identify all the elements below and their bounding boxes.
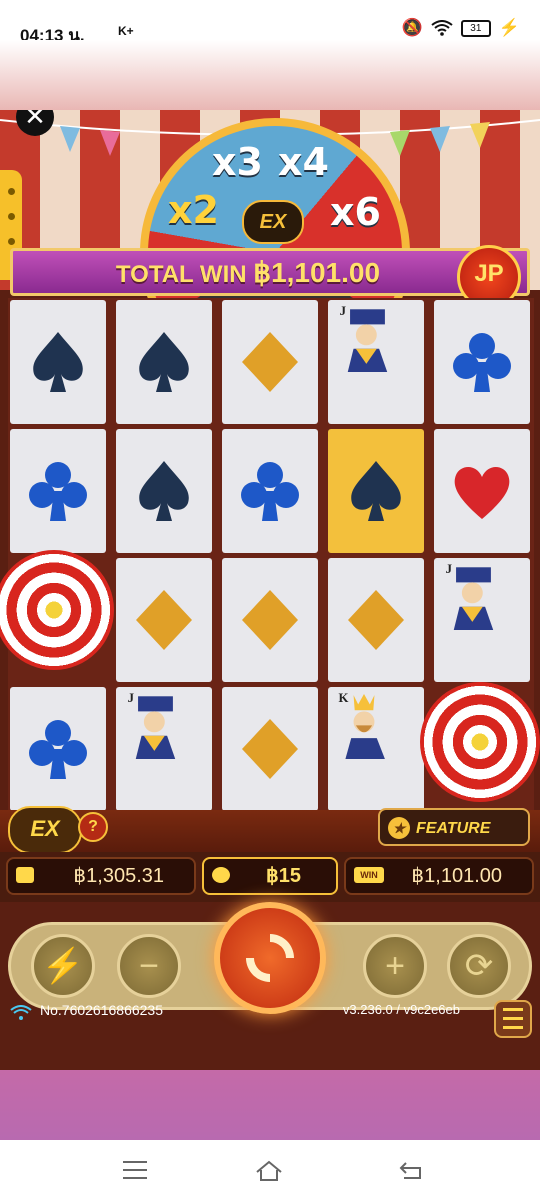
connection-icon: [10, 1005, 32, 1020]
minus-icon: −: [139, 947, 159, 985]
ex-button[interactable]: EX: [8, 806, 82, 854]
club-icon: [29, 462, 87, 521]
symbol-diamond: [222, 558, 318, 682]
spin-button[interactable]: [214, 902, 326, 1014]
decrease-bet-button[interactable]: −: [117, 934, 181, 998]
menu-button[interactable]: [494, 1000, 532, 1038]
help-button[interactable]: ?: [78, 812, 108, 842]
diamond-icon: [348, 590, 404, 650]
diamond-icon: [242, 719, 298, 779]
wheel-segment-x3: x3: [212, 140, 263, 184]
club-icon: [241, 462, 299, 521]
symbol-spade-gold: [328, 429, 424, 553]
svg-text:K: K: [338, 691, 348, 705]
game-area: x2 x3 x4 x6 EX ✕ TOTAL WIN ฿1,101.00 JP …: [0, 110, 540, 1070]
symbol-diamond: [222, 300, 318, 424]
svg-text:J: J: [340, 304, 347, 318]
plus-icon: +: [385, 947, 405, 985]
symbol-spade: [10, 300, 106, 424]
heart-icon: [454, 467, 510, 519]
bet-value: ฿15: [266, 865, 301, 887]
symbol-diamond: [328, 558, 424, 682]
target-symbol-right: [420, 682, 540, 802]
spade-icon: [139, 332, 189, 392]
charging-icon: ⚡: [498, 18, 520, 37]
autoplay-button[interactable]: ⟳: [447, 934, 511, 998]
win-display: WIN ฿1,101.00: [344, 857, 534, 895]
star-icon: ★: [388, 817, 410, 839]
wheel-hub-ex: EX: [242, 200, 304, 244]
feature-buy-button[interactable]: ★ FEATURE BUY: [378, 808, 530, 875]
total-win-banner: TOTAL WIN ฿1,101.00 JP: [10, 245, 530, 309]
diamond-icon: [242, 332, 298, 392]
spade-icon: [351, 461, 401, 521]
symbol-jack: J: [328, 300, 424, 424]
turbo-button[interactable]: ⚡: [31, 934, 95, 998]
total-win-label: TOTAL WIN: [115, 261, 247, 288]
turbo-icon: ⚡: [41, 947, 85, 985]
svg-text:J: J: [446, 562, 453, 576]
info-bar: ฿1,305.31 ฿15 WIN ฿1,101.00: [0, 852, 540, 902]
svg-text:J: J: [128, 691, 135, 705]
coins-icon: [212, 867, 230, 883]
symbol-jack: J: [116, 687, 212, 811]
wheel-segment-x6: x6: [330, 190, 381, 234]
round-number: No.7602616866235: [40, 1002, 164, 1018]
jack-card-icon: J: [128, 691, 176, 759]
wheel-segment-x4: x4: [278, 140, 329, 184]
symbol-club: [222, 429, 318, 553]
balance-display: ฿1,305.31: [6, 857, 196, 895]
jack-card-icon: J: [340, 304, 388, 372]
symbol-spade: [116, 429, 212, 553]
diamond-icon: [136, 590, 192, 650]
symbol-club: [10, 687, 106, 811]
game-footer: No.7602616866235 v3.236.0 / v9c2e6eb: [0, 1000, 540, 1070]
symbol-club: [434, 300, 530, 424]
balance-value: ฿1,305.31: [73, 865, 164, 887]
symbol-king: K: [328, 687, 424, 811]
spade-icon: [33, 332, 83, 392]
king-card-icon: K: [338, 691, 385, 759]
diamond-icon: [242, 590, 298, 650]
symbol-jack: J: [434, 558, 530, 682]
network-label: K+: [118, 24, 134, 38]
battery-icon: 31: [460, 19, 491, 37]
win-badge: WIN: [354, 867, 384, 883]
wifi-status-icon: [431, 20, 453, 36]
bet-display[interactable]: ฿15: [202, 857, 338, 895]
symbol-club: [10, 429, 106, 553]
increase-bet-button[interactable]: +: [363, 934, 427, 998]
version-label: v3.236.0 / v9c2e6eb: [342, 1002, 460, 1017]
mute-icon: 🔕: [401, 18, 423, 37]
spade-icon: [139, 461, 189, 521]
jack-card-icon: J: [446, 562, 494, 630]
top-fade: [0, 40, 540, 110]
wheel-segment-x2: x2: [168, 188, 219, 232]
bottom-ad-area: [0, 1070, 540, 1140]
wallet-icon: [16, 867, 34, 883]
club-icon: [453, 333, 511, 392]
recent-apps-icon[interactable]: [120, 1158, 150, 1182]
symbol-spade: [116, 300, 212, 424]
win-value: ฿1,101.00: [411, 865, 502, 887]
symbol-heart: [434, 429, 530, 553]
symbol-diamond: [116, 558, 212, 682]
total-win-amount: ฿1,101.00: [253, 257, 381, 288]
autoplay-icon: ⟳: [464, 947, 494, 985]
spin-icon: [246, 934, 294, 982]
home-icon[interactable]: [254, 1158, 284, 1182]
back-icon[interactable]: [396, 1158, 426, 1182]
club-icon: [29, 720, 87, 779]
android-nav-bar: [0, 1140, 540, 1200]
symbol-diamond: [222, 687, 318, 811]
